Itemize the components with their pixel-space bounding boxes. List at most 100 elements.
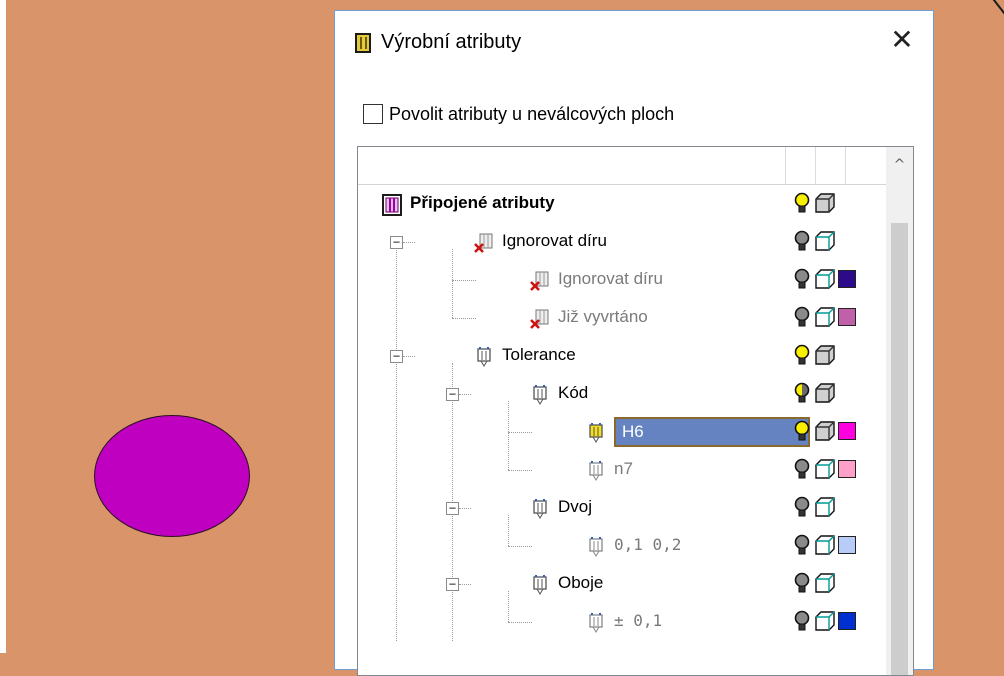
color-swatch[interactable] <box>838 308 856 326</box>
tree-item-label[interactable]: n7 <box>614 459 633 479</box>
visibility-bulb-icon[interactable] <box>794 572 810 596</box>
column-separator[interactable] <box>785 147 786 184</box>
visibility-bulb-icon[interactable] <box>794 496 810 520</box>
tree-connector <box>508 622 532 623</box>
tree-item-label[interactable]: 0,1 0,2 <box>614 535 681 554</box>
color-swatch[interactable] <box>838 536 856 554</box>
column-separator[interactable] <box>845 147 846 184</box>
tree-connector <box>403 242 415 243</box>
visibility-bulb-icon[interactable] <box>794 306 810 330</box>
tree-item-label[interactable]: Oboje <box>558 573 603 593</box>
visibility-bulb-icon[interactable] <box>794 382 810 406</box>
tree-item[interactable]: Připojené atributy <box>358 185 888 223</box>
viewport-edge <box>0 0 6 653</box>
tree-item[interactable]: 0,1 0,2 <box>358 527 888 565</box>
close-button[interactable]: ✕ <box>885 23 919 57</box>
attributes-root-icon <box>382 194 402 216</box>
attributes-tree[interactable]: ^ Připojené atributy − Ignorovat díru Ignor… <box>357 146 914 676</box>
display-mode-cube-icon[interactable] <box>814 496 836 518</box>
tree-column-header <box>358 147 888 185</box>
color-swatch[interactable] <box>838 612 856 630</box>
tree-item[interactable]: − Ignorovat díru <box>358 223 888 261</box>
manufacturing-attributes-icon <box>355 33 371 53</box>
scroll-thumb[interactable] <box>891 223 908 675</box>
tree-item[interactable]: n7 <box>358 451 888 489</box>
tolerance-icon <box>586 422 604 443</box>
visibility-bulb-icon[interactable] <box>794 534 810 558</box>
visibility-bulb-icon[interactable] <box>794 192 810 216</box>
tolerance-icon <box>530 498 548 519</box>
tree-item-label-editing[interactable]: H6 <box>614 417 810 447</box>
enable-noncylindrical-label[interactable]: Povolit atributy u neválcových ploch <box>389 104 674 125</box>
collapse-toggle-icon[interactable]: − <box>390 350 403 363</box>
tree-connector <box>508 546 532 547</box>
ignore-hole-icon <box>530 270 549 291</box>
visibility-bulb-icon[interactable] <box>794 610 810 634</box>
visibility-bulb-icon[interactable] <box>794 420 810 444</box>
collapse-toggle-icon[interactable]: − <box>390 236 403 249</box>
tree-connector <box>403 356 415 357</box>
tree-item[interactable]: Již vyvrtáno <box>358 299 888 337</box>
tree-connector <box>452 318 476 319</box>
visibility-bulb-icon[interactable] <box>794 458 810 482</box>
tree-item[interactable]: ± 0,1 <box>358 603 888 641</box>
tolerance-icon <box>474 346 492 367</box>
tolerance-icon <box>586 612 604 633</box>
dialog-title: Výrobní atributy <box>381 31 522 53</box>
tree-item-label[interactable]: Připojené atributy <box>410 193 555 213</box>
ignore-hole-icon <box>530 308 549 329</box>
display-mode-cube-icon[interactable] <box>814 572 836 594</box>
tree-item-label[interactable]: Kód <box>558 383 588 403</box>
collapse-toggle-icon[interactable]: − <box>446 578 459 591</box>
tree-item-label[interactable]: Již vyvrtáno <box>558 307 648 327</box>
vertical-scrollbar[interactable]: ^ <box>886 147 913 675</box>
tolerance-icon <box>586 460 604 481</box>
tree-connector <box>508 432 532 433</box>
visibility-bulb-icon[interactable] <box>794 230 810 254</box>
display-mode-cube-icon[interactable] <box>814 344 836 366</box>
enable-noncylindrical-checkbox[interactable] <box>363 104 383 124</box>
visibility-bulb-icon[interactable] <box>794 344 810 368</box>
display-mode-cube-icon[interactable] <box>814 268 836 290</box>
display-mode-cube-icon[interactable] <box>814 192 836 214</box>
color-swatch[interactable] <box>838 422 856 440</box>
tree-connector <box>459 584 471 585</box>
tree-item[interactable]: − Tolerance <box>358 337 888 375</box>
tree-item-label[interactable]: ± 0,1 <box>614 611 662 630</box>
color-swatch[interactable] <box>838 270 856 288</box>
tree-item-selected[interactable]: H6 <box>358 413 888 451</box>
tree-connector <box>452 280 476 281</box>
visibility-bulb-icon[interactable] <box>794 268 810 292</box>
tree-connector <box>459 394 471 395</box>
tree-item-label[interactable]: Ignorovat díru <box>502 231 607 251</box>
display-mode-cube-icon[interactable] <box>814 230 836 252</box>
collapse-toggle-icon[interactable]: − <box>446 502 459 515</box>
display-mode-cube-icon[interactable] <box>814 458 836 480</box>
color-swatch[interactable] <box>838 460 856 478</box>
tree-connector <box>508 470 532 471</box>
tree-item-label[interactable]: Tolerance <box>502 345 576 365</box>
tolerance-icon <box>586 536 604 557</box>
model-edge-line <box>988 0 1004 17</box>
scroll-up-arrow-icon[interactable]: ^ <box>886 147 913 183</box>
collapse-toggle-icon[interactable]: − <box>446 388 459 401</box>
tree-item[interactable]: − Kód <box>358 375 888 413</box>
display-mode-cube-icon[interactable] <box>814 534 836 556</box>
tree-connector <box>459 508 471 509</box>
sphere-model-face[interactable] <box>94 415 250 537</box>
display-mode-cube-icon[interactable] <box>814 382 836 404</box>
manufacturing-attributes-dialog: Výrobní atributy ✕ Povolit atributy u ne… <box>334 10 934 676</box>
display-mode-cube-icon[interactable] <box>814 610 836 632</box>
display-mode-cube-icon[interactable] <box>814 306 836 328</box>
tree-item-label[interactable]: Ignorovat díru <box>558 269 663 289</box>
dialog-titlebar[interactable]: Výrobní atributy ✕ <box>335 11 933 73</box>
tree-item[interactable]: Ignorovat díru <box>358 261 888 299</box>
tolerance-icon <box>530 384 548 405</box>
tree-item[interactable]: − Dvoj <box>358 489 888 527</box>
ignore-hole-icon <box>474 232 493 253</box>
column-separator[interactable] <box>815 147 816 184</box>
display-mode-cube-icon[interactable] <box>814 420 836 442</box>
tolerance-icon <box>530 574 548 595</box>
tree-item-label[interactable]: Dvoj <box>558 497 592 517</box>
tree-item[interactable]: − Oboje <box>358 565 888 603</box>
